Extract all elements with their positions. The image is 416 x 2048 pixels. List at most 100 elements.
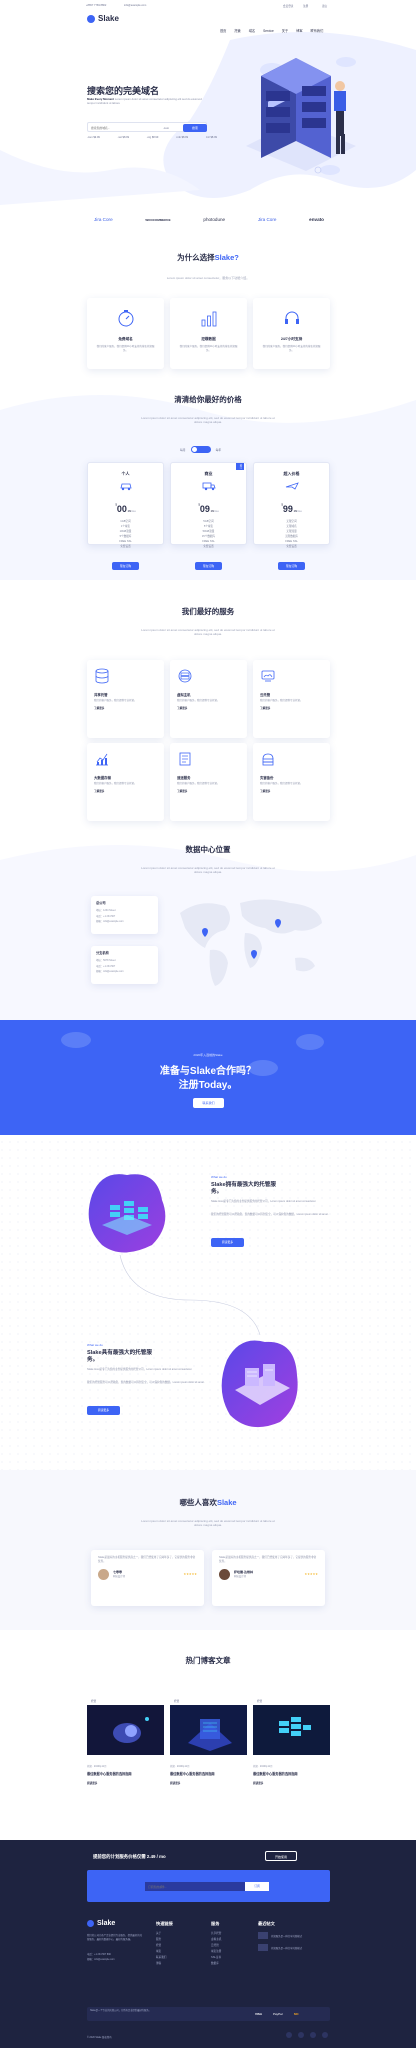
blog-meta: 托管 · 2020年11月 bbox=[87, 1765, 107, 1768]
feature-desc: 我们的客户服务，我们提供24小时支持的域名托管服务。 bbox=[262, 345, 321, 352]
services-title: 我们最好的服务 bbox=[181, 607, 235, 616]
billing-switch[interactable] bbox=[190, 446, 211, 453]
service-more-link[interactable]: 了解更多 bbox=[177, 706, 240, 710]
testimonial-quote: Slake是最好的主机服务提供商之一，我们已经使用了它两年多了，它提供的服务非常… bbox=[219, 1556, 317, 1563]
tld-price-item: .net $8.99 bbox=[117, 136, 130, 139]
service-title: 虚拟主机 bbox=[177, 693, 191, 697]
testimonial-quote: Slake是最好的主机服务提供商之一，我们已经使用了它两年多了，它提供的服务非常… bbox=[98, 1556, 196, 1563]
service-card: 共享托管 我们的客户服务，我们提供专业托管。 了解更多 bbox=[87, 660, 164, 738]
search-button[interactable]: 搜索 bbox=[183, 124, 207, 132]
service-more-link[interactable]: 了解更多 bbox=[177, 789, 240, 793]
toggle-label-yearly: 每年 bbox=[215, 447, 222, 452]
service-card: 速送服务 我们的客户服务，我们提供专业托管。 了解更多 bbox=[170, 743, 247, 821]
partner-logo-jira: Jira Core bbox=[257, 217, 277, 222]
blog-image bbox=[87, 1705, 164, 1755]
about1-paragraph: Slake Host是专门为您的业务提供服务的托管公司，Lorem ipsum … bbox=[211, 1200, 317, 1203]
feature-title: 24/7小时支持 bbox=[280, 337, 303, 341]
instagram-icon[interactable] bbox=[322, 2032, 328, 2038]
service-title: 云托管 bbox=[260, 693, 271, 697]
blog-image bbox=[253, 1705, 330, 1755]
hero-description: Make Every Moment Lorem ipsum dolor sit … bbox=[87, 97, 207, 106]
service-card: 大数据存储 我们的客户服务，我们提供专业托管。 了解更多 bbox=[87, 743, 164, 821]
service-title: 灾害备份 bbox=[260, 776, 274, 780]
connector-line bbox=[119, 1255, 261, 1335]
plan-name: 个人 bbox=[121, 471, 130, 476]
login-link[interactable]: 会员登录 bbox=[283, 4, 293, 8]
plan-name: 商业 bbox=[204, 471, 213, 476]
blog-card: 托管 托管 · 2020年11月 最佳数据中心服务器的选择指南 阅读更多 bbox=[253, 1700, 330, 1795]
newsletter-subscribe-button[interactable]: 订阅 bbox=[245, 1882, 269, 1891]
top-bar: +8657 7769 8802 info@example.com 会员登录 注册… bbox=[0, 0, 416, 10]
service-more-link[interactable]: 了解更多 bbox=[94, 706, 157, 710]
order-button-personal[interactable]: 现在订购 bbox=[112, 562, 139, 570]
hero-title: 搜索您的完美域名 bbox=[87, 86, 160, 96]
about2-read-more-button[interactable]: 阅读更多 bbox=[87, 1406, 120, 1415]
tld-price-list: .com $9.99 .net $8.99 .org $8.99 .info $… bbox=[87, 136, 217, 139]
avatar bbox=[219, 1568, 230, 1580]
order-button-business[interactable]: 现在订购 bbox=[195, 562, 222, 570]
footer-email: 邮箱：info@example.com bbox=[87, 1958, 115, 1961]
blog-read-more-link[interactable]: 阅读更多 bbox=[87, 1781, 164, 1785]
footer-promo-text: 提前您的计划服务价格仅需 2.49 / mo bbox=[93, 1854, 166, 1859]
newsletter-email-input[interactable] bbox=[145, 1882, 245, 1891]
recent-post-title[interactable]: 托管服务是一种共享托管模式 bbox=[271, 1934, 302, 1938]
twitter-icon[interactable] bbox=[298, 2032, 304, 2038]
footer-link[interactable]: 数据库 bbox=[211, 1961, 221, 1967]
copyright: © 2020 Slake 版权所有 bbox=[87, 2036, 112, 2039]
service-desc: 我们的客户服务，我们提供专业托管。 bbox=[177, 699, 220, 702]
service-desc: 我们的客户服务，我们提供专业托管。 bbox=[94, 782, 137, 785]
footer-logo[interactable]: Slake bbox=[87, 1920, 115, 1927]
about2-paragraph: Slake Host是专门为您的业务提供服务的托管公司，Lorem ipsum … bbox=[87, 1368, 193, 1371]
about1-kicker: What we do bbox=[211, 1175, 227, 1179]
cloud-server-icon bbox=[261, 670, 275, 682]
facebook-icon[interactable] bbox=[286, 2032, 292, 2038]
rating-stars: ★★★★★ bbox=[183, 1572, 197, 1577]
services-subtitle: Lorem ipsum dolor sit amet consectetur a… bbox=[141, 628, 275, 636]
pricing-card-business: 热门 商业 $09.99/mo 5GB空间 5个域名 50GB流量 15个数据库… bbox=[170, 462, 247, 548]
testimonials-title-accent: Slake bbox=[216, 1498, 237, 1507]
blog-post-title[interactable]: 最佳数据中心服务器的选择指南 bbox=[170, 1771, 247, 1776]
service-card: 灾害备份 我们的客户服务，我们提供专业托管。 了解更多 bbox=[253, 743, 330, 821]
about1-read-more-button[interactable]: 阅读更多 bbox=[211, 1238, 244, 1247]
service-more-link[interactable]: 了解更多 bbox=[260, 706, 323, 710]
service-more-link[interactable]: 了解更多 bbox=[94, 789, 157, 793]
footer-brand-name: Slake bbox=[97, 1920, 116, 1927]
blog-read-more-link[interactable]: 阅读更多 bbox=[170, 1781, 247, 1785]
service-title: 共享托管 bbox=[94, 693, 108, 697]
domain-search-input[interactable] bbox=[91, 125, 151, 131]
footer-start-button[interactable]: 开始使用 bbox=[265, 1851, 297, 1861]
footer-link[interactable]: 博客 bbox=[156, 1961, 166, 1967]
why-title: 为什么选择Slake? bbox=[0, 252, 416, 263]
why-title-plain: 为什么选择 bbox=[177, 253, 215, 262]
location-name: 分支机构 bbox=[96, 951, 109, 955]
location-line: 地址：1234 Street bbox=[96, 909, 116, 912]
about-illustration-dashboard bbox=[221, 1340, 298, 1428]
linkedin-icon[interactable] bbox=[310, 2032, 316, 2038]
blog-tag: 托管 bbox=[174, 1700, 180, 1703]
cta-section: 2020年入选前的Slake 准备与Slake合作吗？ 注册Today。 联系我… bbox=[0, 1020, 416, 1135]
service-more-link[interactable]: 了解更多 bbox=[260, 789, 323, 793]
tld-price-item: .info $8.99 bbox=[175, 136, 189, 139]
location-line: 电话：+1 234 567 bbox=[96, 914, 116, 918]
payment-card-mastercard: MC bbox=[294, 2012, 299, 2016]
testimonial-card: Slake是最好的主机服务提供商之一，我们已经使用了它两年多了，它提供的服务非常… bbox=[212, 1550, 325, 1606]
plan-car-icon bbox=[119, 483, 132, 491]
cta-contact-button[interactable]: 联系我们 bbox=[193, 1098, 224, 1108]
recent-post-title[interactable]: 托管服务是一种共享托管模式 bbox=[271, 1946, 302, 1950]
blog-read-more-link[interactable]: 阅读更多 bbox=[253, 1781, 330, 1785]
logo[interactable]: Slake bbox=[87, 14, 119, 23]
about2-title: Slake具有最强大的托管服务。 bbox=[87, 1350, 152, 1363]
order-button-premium[interactable]: 现在订购 bbox=[278, 562, 305, 570]
why-subtitle: Lorem ipsum dolor sit amet consectetur，服… bbox=[166, 276, 250, 280]
footer-col-title: 快速链接 bbox=[156, 1921, 173, 1926]
plan-price: $09.99/mo bbox=[198, 502, 219, 514]
blog-title: 热门博客文章 bbox=[185, 1656, 231, 1665]
about2-paragraph: 我们的托管服务可以帮助您，您的数据可以得到安全，可以保护您的数据。Lorem i… bbox=[87, 1381, 205, 1384]
location-line: 地址：5678 Street bbox=[96, 959, 116, 962]
blog-post-title[interactable]: 最佳数据中心服务器的选择指南 bbox=[87, 1771, 164, 1776]
blog-post-title[interactable]: 最佳数据中心服务器的选择指南 bbox=[253, 1771, 330, 1776]
language-link[interactable]: 语言 bbox=[322, 4, 327, 8]
tld-select[interactable]: .com bbox=[163, 126, 169, 130]
tld-price-item: .org $8.99 bbox=[146, 136, 159, 139]
register-link[interactable]: 注册 bbox=[303, 4, 308, 8]
